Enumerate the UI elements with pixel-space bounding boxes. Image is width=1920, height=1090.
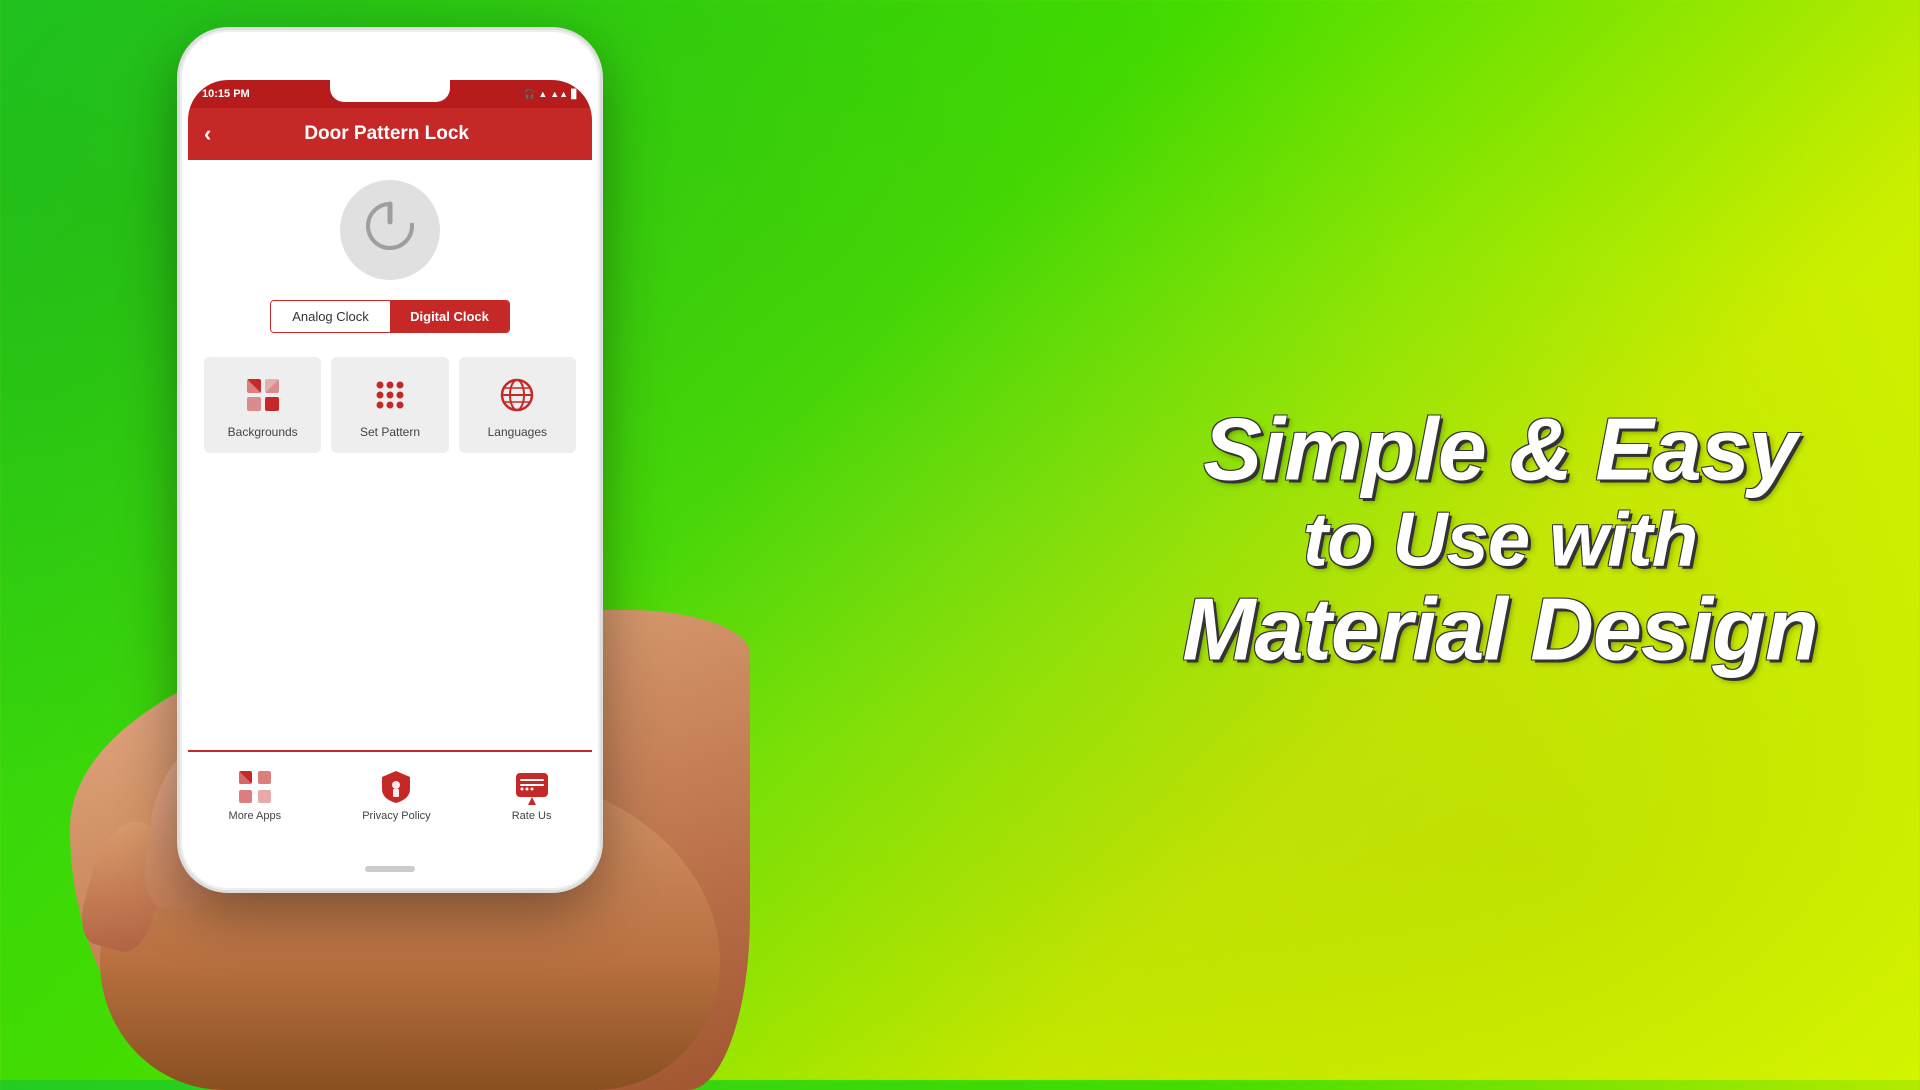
rate-us-nav-item[interactable]: Rate Us xyxy=(512,768,552,823)
set-pattern-label: Set Pattern xyxy=(360,425,420,441)
tagline-line-1: Simple & Easy xyxy=(1160,401,1840,498)
rate-us-icon xyxy=(513,768,551,806)
wifi-icon: ▲ xyxy=(538,89,547,99)
headphone-icon: 🎧 xyxy=(524,89,535,100)
signal-icon: ▲▲ xyxy=(550,89,568,99)
analog-clock-button[interactable]: Analog Clock xyxy=(271,301,390,332)
battery-icon: ▊ xyxy=(571,89,578,100)
languages-icon xyxy=(495,373,539,417)
phone-screen: 10:15 PM 🎧 ▲ ▲▲ ▊ ‹ Door Pattern Lock xyxy=(188,80,592,840)
languages-button[interactable]: Languages xyxy=(459,357,576,453)
power-icon-wrapper xyxy=(340,180,440,280)
privacy-policy-icon xyxy=(377,768,415,806)
digital-clock-button[interactable]: Digital Clock xyxy=(390,301,509,332)
tagline-line-3: Material Design xyxy=(1160,582,1840,679)
phone-frame: 10:15 PM 🎧 ▲ ▲▲ ▊ ‹ Door Pattern Lock xyxy=(180,30,600,890)
privacy-policy-nav-item[interactable]: Privacy Policy xyxy=(362,768,430,823)
backgrounds-label: Backgrounds xyxy=(228,425,298,441)
phone-home-indicator xyxy=(365,866,415,872)
set-pattern-button[interactable]: Set Pattern xyxy=(331,357,448,453)
phone-notch xyxy=(330,80,450,102)
power-icon xyxy=(364,200,416,261)
more-apps-nav-item[interactable]: More Apps xyxy=(229,768,282,823)
screen-content: Analog Clock Digital Clock xyxy=(188,160,592,750)
status-icons: 🎧 ▲ ▲▲ ▊ xyxy=(524,89,578,100)
back-button[interactable]: ‹ xyxy=(204,121,211,147)
backgrounds-button[interactable]: Backgrounds xyxy=(204,357,321,453)
phone-mockup: 10:15 PM 🎧 ▲ ▲▲ ▊ ‹ Door Pattern Lock xyxy=(130,10,690,1070)
bottom-nav: More Apps Privacy Policy xyxy=(188,750,592,840)
status-time: 10:15 PM xyxy=(202,88,250,100)
tagline-line-2: to Use with xyxy=(1160,498,1840,582)
grid-buttons: Backgrounds xyxy=(204,357,576,453)
more-apps-icon xyxy=(236,768,274,806)
tagline: Simple & Easy to Use with Material Desig… xyxy=(1160,401,1840,678)
backgrounds-icon xyxy=(241,373,285,417)
privacy-policy-label: Privacy Policy xyxy=(362,810,430,823)
languages-label: Languages xyxy=(488,425,547,441)
app-title: Door Pattern Lock xyxy=(227,123,546,145)
more-apps-label: More Apps xyxy=(229,810,282,823)
rate-us-label: Rate Us xyxy=(512,810,552,823)
scene: 10:15 PM 🎧 ▲ ▲▲ ▊ ‹ Door Pattern Lock xyxy=(0,0,1920,1080)
set-pattern-icon xyxy=(368,373,412,417)
clock-toggle[interactable]: Analog Clock Digital Clock xyxy=(270,300,510,333)
app-header: ‹ Door Pattern Lock xyxy=(188,108,592,160)
